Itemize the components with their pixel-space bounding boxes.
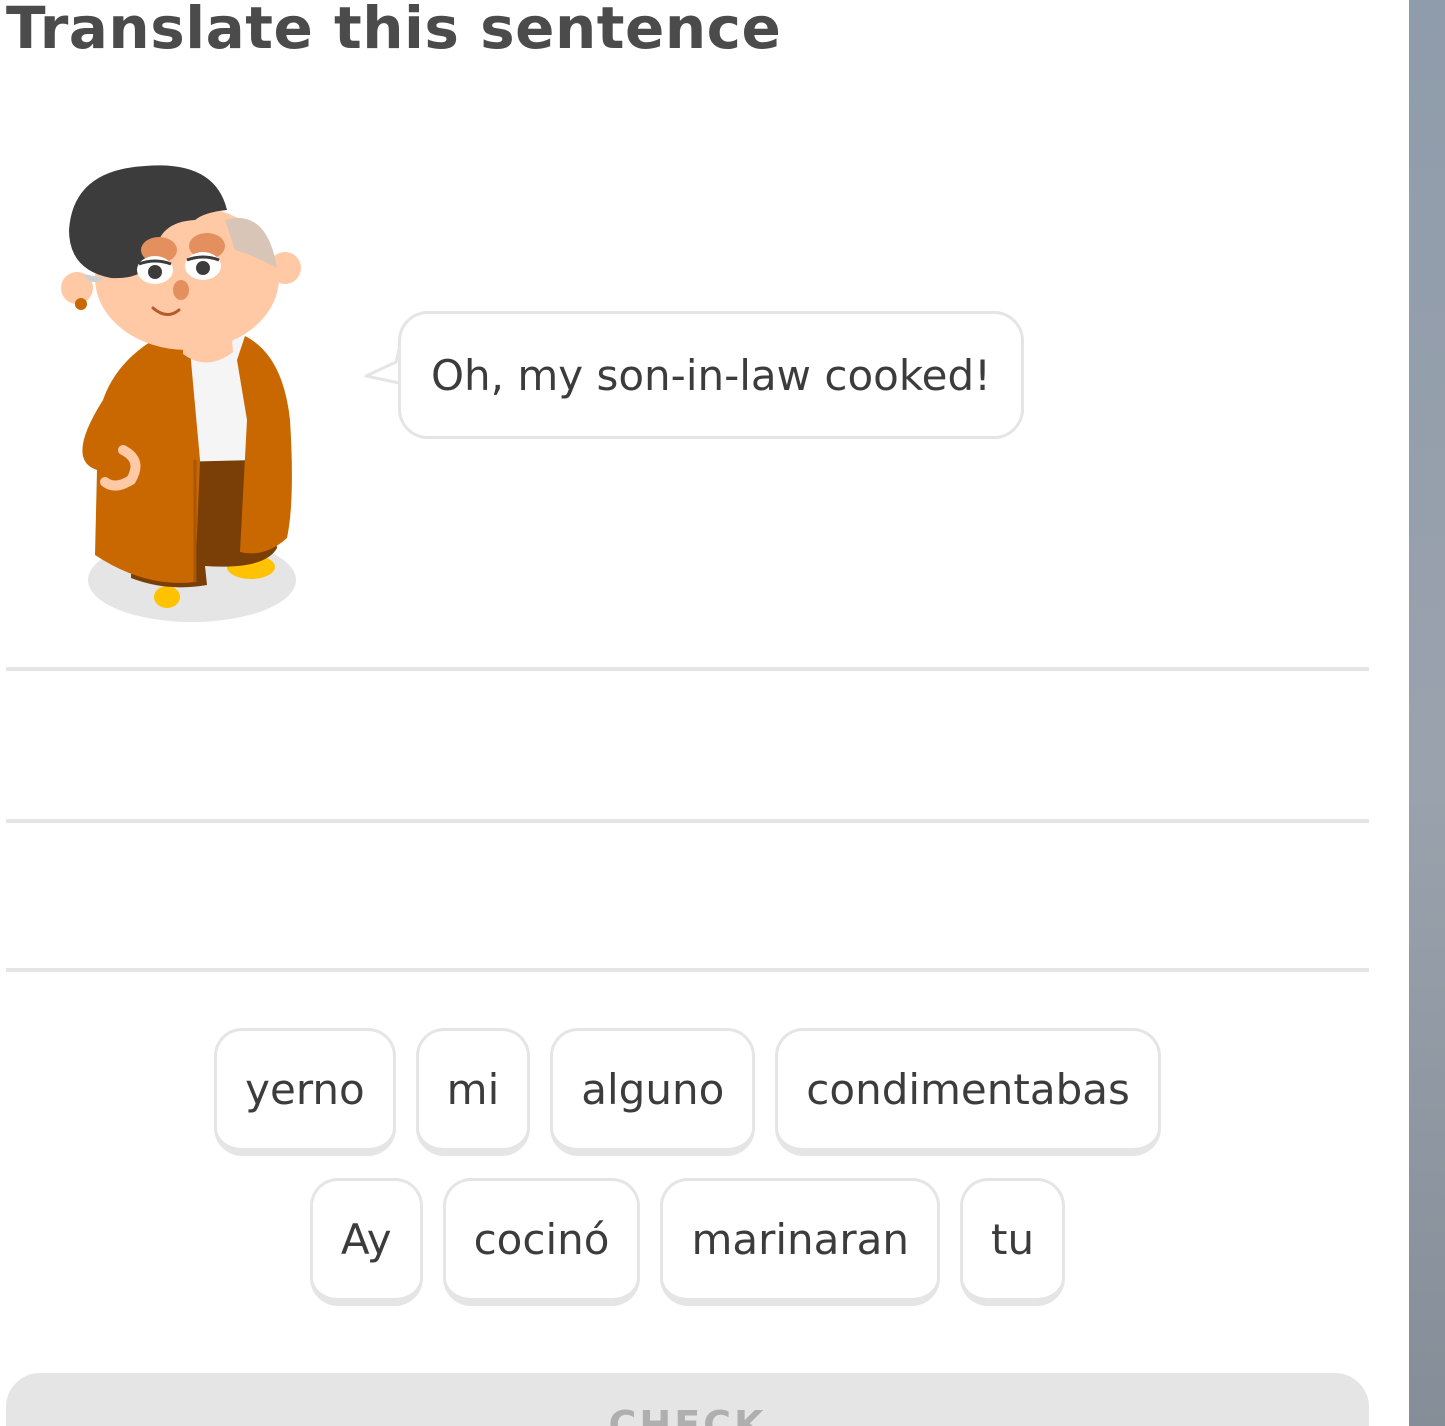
word-tile-yerno[interactable]: yerno xyxy=(214,1028,396,1156)
word-tile-mi[interactable]: mi xyxy=(415,1028,531,1156)
speech-bubble: Oh, my son-in-law cooked! xyxy=(398,311,1024,439)
word-tile-marinaran[interactable]: marinaran xyxy=(660,1178,941,1306)
word-tile-ay[interactable]: Ay xyxy=(309,1178,423,1306)
word-bank-row-2: Ay cocinó marinaran tu xyxy=(0,1178,1375,1306)
word-tile-condimentabas[interactable]: condimentabas xyxy=(775,1028,1161,1156)
check-button[interactable]: CHECK xyxy=(6,1373,1369,1426)
word-tile-tu[interactable]: tu xyxy=(960,1178,1066,1306)
page-title: Translate this sentence xyxy=(6,0,782,62)
speech-text: Oh, my son-in-law cooked! xyxy=(430,350,992,400)
answer-line xyxy=(6,819,1369,823)
answer-line xyxy=(6,968,1369,972)
character-illustration xyxy=(61,165,301,622)
lesson-screen: Translate this sentence Oh, my son-in-la… xyxy=(0,0,1445,1426)
word-bank-row-1: yerno mi alguno condimentabas xyxy=(0,1028,1375,1156)
word-tile-alguno[interactable]: alguno xyxy=(550,1028,756,1156)
answer-line xyxy=(6,667,1369,671)
side-panel-edge xyxy=(1409,0,1445,1426)
word-tile-cocino[interactable]: cocinó xyxy=(442,1178,641,1306)
